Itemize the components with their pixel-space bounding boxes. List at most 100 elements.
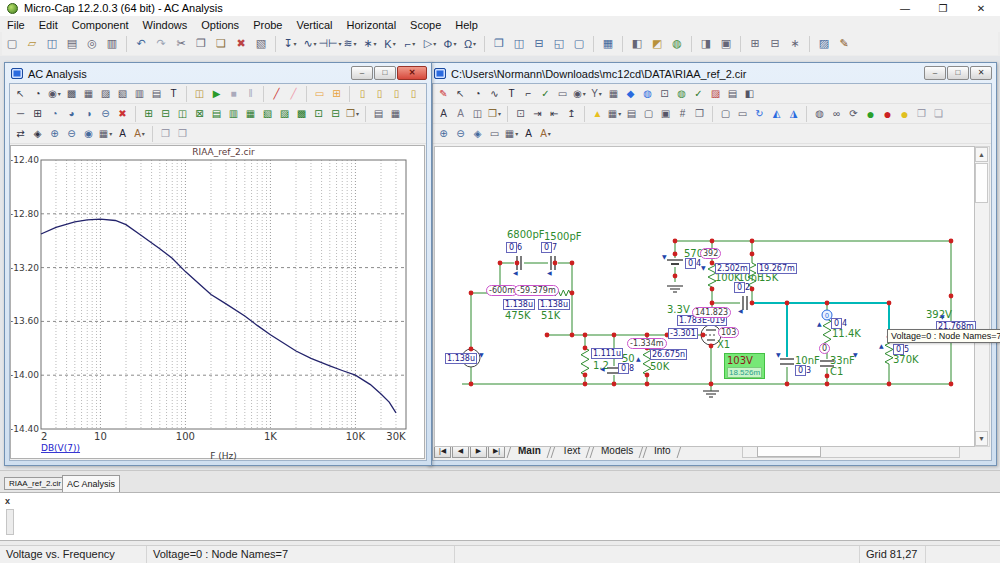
sine-source-icon[interactable]: ∿▾	[301, 35, 319, 53]
no-cursor-icon[interactable]: ✖	[114, 105, 131, 122]
node-dot[interactable]	[553, 261, 558, 266]
node-dot[interactable]	[570, 291, 575, 296]
branch-icon[interactable]: Y▾	[588, 85, 605, 102]
pane-3-icon[interactable]: ▯	[388, 85, 405, 102]
split-view-icon[interactable]: ◧	[628, 35, 646, 53]
cascade-icon[interactable]: ❐	[490, 35, 508, 53]
scroll-up-icon[interactable]: ▲	[975, 147, 988, 162]
grid-g-icon[interactable]: ▦	[242, 105, 259, 122]
phi-source-icon[interactable]: Φ▾	[441, 35, 459, 53]
node-dot[interactable]	[673, 239, 678, 244]
grid-j-icon[interactable]: ▩	[293, 105, 310, 122]
selected-node-voltage[interactable]: 103V18.526m	[724, 353, 765, 379]
properties-2-icon[interactable]: ▦	[387, 105, 404, 122]
node-dot[interactable]	[750, 252, 755, 257]
graph-5-icon[interactable]: ▥	[131, 85, 148, 102]
source-star-icon[interactable]: ∗▾	[361, 35, 379, 53]
rotate-icon[interactable]: ↻	[751, 105, 768, 122]
node-number-box[interactable]: 03	[795, 365, 811, 376]
graph-6-icon[interactable]: ▤	[148, 85, 165, 102]
grid-b-icon[interactable]: ⊟	[157, 105, 174, 122]
component-value-label[interactable]: X1	[717, 339, 730, 350]
component-value-label[interactable]: 51K	[541, 310, 560, 321]
diode-icon[interactable]: ▷▾	[421, 35, 439, 53]
graph-4-icon[interactable]: ▧	[114, 85, 131, 102]
menu-horizontal[interactable]: Horizontal	[340, 19, 404, 31]
window-select-icon[interactable]: ▣	[717, 35, 735, 53]
component-value-label[interactable]: 392V	[926, 309, 952, 320]
node-dot[interactable]	[785, 301, 790, 306]
component-value-label[interactable]: 475K	[505, 310, 531, 321]
sel-box-icon[interactable]: ▢	[717, 105, 734, 122]
polyline-icon[interactable]: ⌐▾	[401, 35, 419, 53]
node-dot[interactable]	[750, 239, 755, 244]
node-dot[interactable]	[612, 382, 617, 387]
plot-area[interactable]: -12.40-12.80-13.20-13.60-14.00-14.402101…	[10, 145, 425, 459]
cursor-icon[interactable]: ↖	[12, 85, 29, 102]
slope-tool-2-icon[interactable]: ╱	[285, 85, 302, 102]
sel-rect-icon[interactable]: ▭	[734, 105, 751, 122]
ok-dot-icon[interactable]: ●	[862, 105, 879, 122]
clock-icon[interactable]: ◔	[29, 85, 46, 102]
component-value-label[interactable]: 3.3V	[667, 304, 690, 315]
attr-b-icon[interactable]: A	[452, 105, 469, 122]
step-out-icon[interactable]: ⇤	[546, 105, 563, 122]
grid-box-icon[interactable]: ⊞	[328, 85, 345, 102]
tile-vertical-icon[interactable]: ◫	[510, 35, 528, 53]
pause-icon[interactable]: ‖	[242, 85, 259, 102]
node-dot[interactable]	[949, 382, 954, 387]
step-in-icon[interactable]: ⇥	[529, 105, 546, 122]
node-dot[interactable]	[570, 261, 575, 266]
bus-icon[interactable]: ▭	[554, 85, 571, 102]
half-icon[interactable]: ◧	[741, 85, 758, 102]
minimize-icon[interactable]: –	[924, 66, 946, 80]
omega-icon[interactable]: Ω▾	[461, 35, 479, 53]
pane-1-icon[interactable]: ▯	[354, 85, 371, 102]
text-tool-icon[interactable]: T	[503, 85, 520, 102]
node-number-box[interactable]: 05	[893, 344, 909, 355]
print-icon[interactable]: ▥	[103, 35, 121, 53]
capacitor-icon[interactable]: ⊣⊢▾	[321, 35, 339, 53]
zoom-out-icon[interactable]: ⊖	[452, 125, 469, 142]
doc-tab-analysis[interactable]: AC Analysis	[62, 475, 120, 493]
current-measurement[interactable]: 392	[700, 248, 721, 259]
tile-horizontal-icon[interactable]: ⊟	[530, 35, 548, 53]
measurement-box[interactable]: 1.138u	[445, 353, 477, 364]
node-dot[interactable]	[709, 344, 714, 349]
text-a-icon[interactable]: A	[520, 125, 537, 142]
pane-4-icon[interactable]: ▯	[405, 85, 422, 102]
node-dot[interactable]	[645, 373, 650, 378]
doc-tab-circuit[interactable]: RIAA_ref_2.cir	[4, 477, 66, 490]
grid-c-icon[interactable]: ◫	[174, 105, 191, 122]
close-icon[interactable]: ✕	[962, 0, 1000, 17]
collapse-icon[interactable]: ─	[12, 105, 29, 122]
node-dot[interactable]	[709, 382, 714, 387]
pane-2-icon[interactable]: ▯	[371, 85, 388, 102]
animate-icon[interactable]: ⊞	[746, 35, 764, 53]
menu-probe[interactable]: Probe	[246, 19, 289, 31]
zoom-in-icon[interactable]: ⊕	[435, 125, 452, 142]
pan-icon[interactable]: ◉	[80, 125, 97, 142]
step-up-icon[interactable]: ↥	[563, 105, 580, 122]
globe-icon[interactable]: ◍	[673, 85, 690, 102]
run-icon[interactable]: ▶	[208, 85, 225, 102]
node-dot[interactable]	[612, 333, 617, 338]
node-dot[interactable]	[750, 287, 755, 292]
clipboard-icon[interactable]: ❐▾	[344, 105, 361, 122]
measurement-box[interactable]: 2.502m	[715, 263, 750, 274]
edit-analysis-icon[interactable]: ✎	[835, 35, 853, 53]
node-dot[interactable]	[469, 382, 474, 387]
text-a-icon[interactable]: A	[114, 125, 131, 142]
copy-2-icon[interactable]: ❐	[691, 105, 708, 122]
refresh-icon[interactable]: ⟳	[845, 105, 862, 122]
component-value-label[interactable]: 370K	[893, 354, 919, 365]
node-dot[interactable]	[825, 301, 830, 306]
maximize-window-icon[interactable]: ▢	[570, 35, 588, 53]
err-dot-icon[interactable]: ●	[879, 105, 896, 122]
menu-windows[interactable]: Windows	[136, 19, 195, 31]
minimize-icon[interactable]: —	[886, 0, 924, 17]
node-dot[interactable]	[673, 252, 678, 257]
scroll-down-icon[interactable]: ▼	[975, 431, 988, 446]
node-dot[interactable]	[887, 382, 892, 387]
node-num-icon[interactable]: ⊡	[512, 105, 529, 122]
